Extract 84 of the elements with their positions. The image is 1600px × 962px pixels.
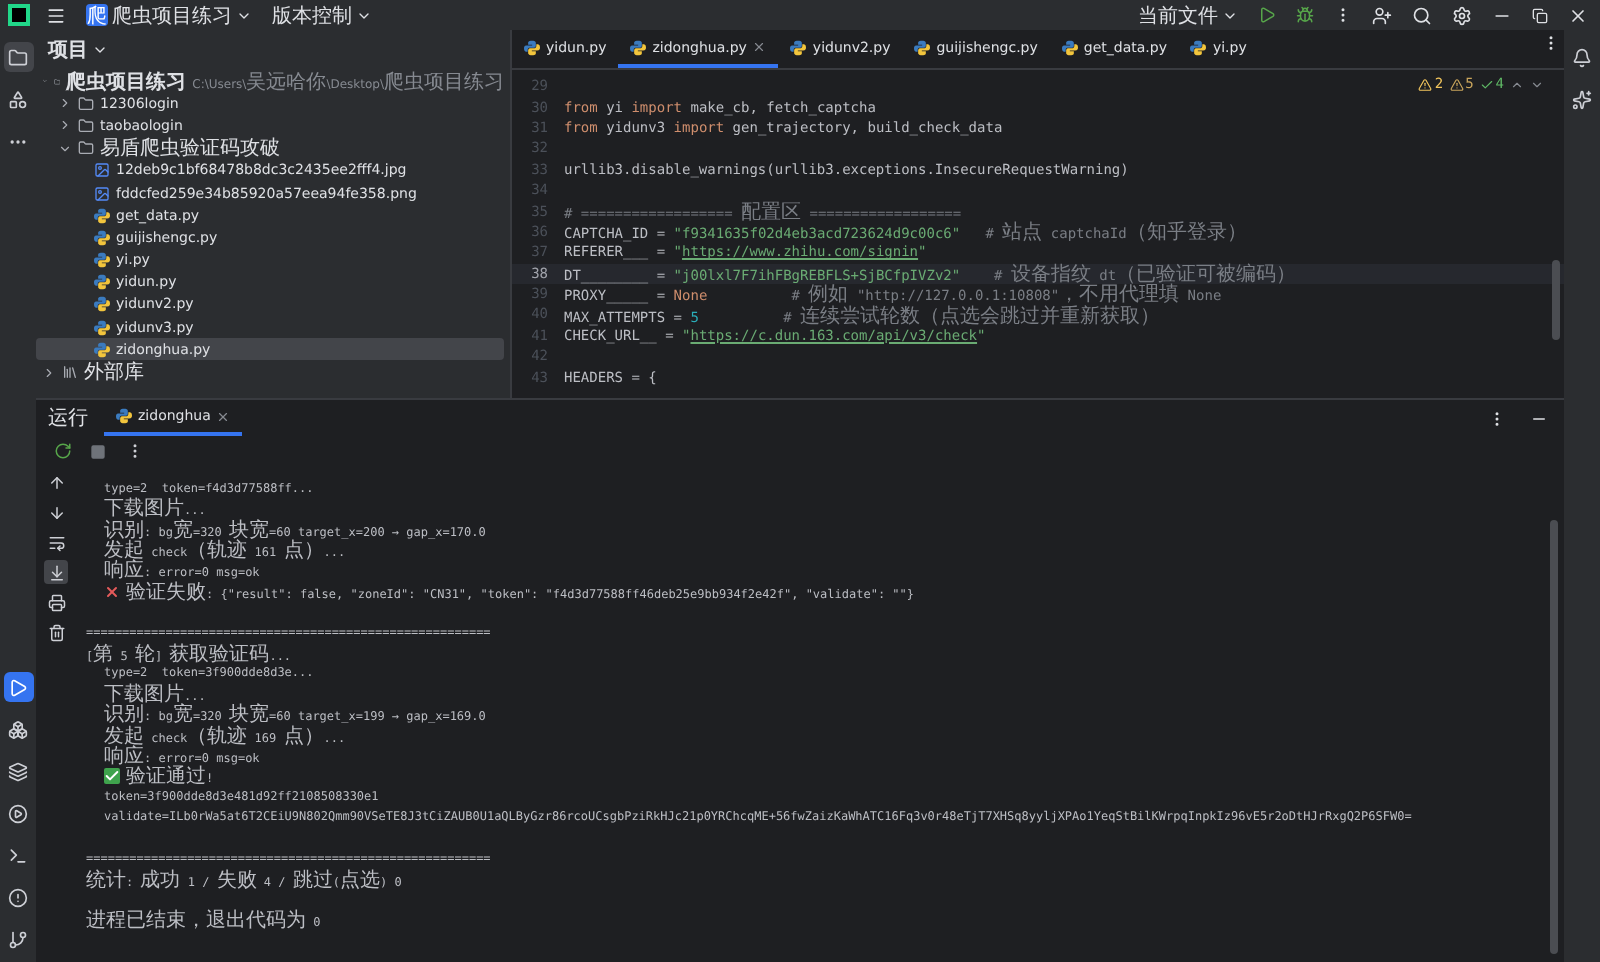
folder-icon: [78, 95, 94, 112]
scrollbar[interactable]: [1550, 520, 1558, 954]
python-file-icon: [524, 39, 540, 55]
alert-icon: [8, 887, 28, 907]
rerun-button[interactable]: [50, 439, 74, 463]
wrap-icon: [47, 533, 65, 551]
run-tool-button[interactable]: [3, 672, 33, 702]
python-file-icon: [94, 207, 110, 224]
settings-button[interactable]: [1448, 2, 1476, 28]
search-button[interactable]: [1408, 2, 1436, 28]
stop-button[interactable]: [86, 439, 110, 463]
layers-icon: [8, 761, 28, 781]
panel-title: 项目: [48, 38, 88, 64]
add-user-button[interactable]: [1368, 2, 1396, 28]
shapes-icon: [8, 89, 28, 109]
trash-icon: [47, 623, 65, 641]
debug-button[interactable]: [1292, 2, 1318, 28]
python-file-icon: [630, 39, 647, 55]
bug-icon: [1296, 6, 1314, 24]
tree-label: 外部库: [84, 359, 144, 387]
check-icon: [1479, 77, 1494, 91]
library-icon: [62, 364, 78, 381]
python-file-icon: [116, 408, 132, 424]
python-file-icon: [94, 319, 110, 336]
scroll-end-icon: [47, 563, 65, 581]
close-icon: [216, 409, 231, 423]
menu-icon: [46, 5, 66, 25]
project-menu[interactable]: 爬 爬虫项目练习: [82, 2, 256, 28]
python-file-icon: [94, 252, 110, 269]
python-file-icon: [914, 39, 931, 55]
vcs-menu[interactable]: 版本控制: [268, 2, 376, 28]
bell-icon: [1572, 47, 1592, 67]
close-icon: [752, 40, 767, 54]
chevron-down-icon: [92, 42, 108, 58]
chevron-right-icon: [42, 365, 56, 380]
python-file-icon: [94, 341, 110, 358]
chevron-up-icon: [1510, 77, 1524, 91]
python-file-icon: [1061, 39, 1078, 55]
cross-icon: [104, 583, 120, 600]
printer-icon: [47, 593, 65, 611]
close-icon: [1568, 5, 1588, 25]
image-file-icon: [94, 162, 110, 179]
chevron-down-icon: [1530, 77, 1544, 91]
clear-button[interactable]: [44, 620, 68, 644]
arrow-up-icon: [47, 473, 65, 491]
terminal-icon: [8, 845, 28, 865]
chevron-down-icon: [58, 141, 72, 156]
add-user-icon: [1372, 5, 1392, 25]
folder-icon: [78, 140, 94, 157]
warning-icon: [1449, 77, 1464, 91]
rerun-icon: [53, 442, 71, 460]
branch-icon: [8, 929, 28, 949]
project-badge: 爬: [86, 4, 108, 26]
tree-label: 爬虫项目练习: [66, 69, 187, 96]
run-config-menu[interactable]: 当前文件: [1134, 2, 1242, 28]
play-icon: [1258, 6, 1276, 24]
python-file-icon: [94, 274, 110, 291]
app-logo: [8, 4, 30, 26]
arrow-down-icon: [47, 503, 65, 521]
folder-icon: [78, 117, 94, 134]
play-icon: [8, 677, 28, 697]
panel-title: 运行: [48, 405, 88, 432]
scroll-to-end-button[interactable]: [44, 560, 68, 584]
python-file-icon: [790, 39, 807, 55]
settings-icon: [1452, 5, 1472, 25]
python-file-icon: [1190, 39, 1207, 55]
tree-label: 易盾爬虫验证码攻破: [100, 135, 280, 163]
play-circle-icon: [8, 803, 28, 823]
warning-icon: [1418, 77, 1433, 91]
sparkles-icon: [1572, 89, 1592, 109]
folder-icon: [8, 47, 28, 67]
tree-item[interactable]: 易盾爬虫验证码攻破: [36, 137, 504, 160]
search-icon: [1412, 5, 1432, 25]
restore-icon: [1532, 7, 1548, 23]
tree-item[interactable]: 外部库: [36, 360, 504, 384]
print-button[interactable]: [44, 590, 68, 614]
check-icon: [104, 768, 120, 785]
boxes-icon: [8, 719, 28, 739]
python-file-icon: [94, 296, 110, 313]
image-file-icon: [94, 185, 110, 202]
python-file-icon: [94, 229, 110, 246]
project-tool-button[interactable]: [3, 42, 33, 72]
stop-icon: [90, 443, 106, 459]
scrollbar[interactable]: [1552, 260, 1560, 340]
